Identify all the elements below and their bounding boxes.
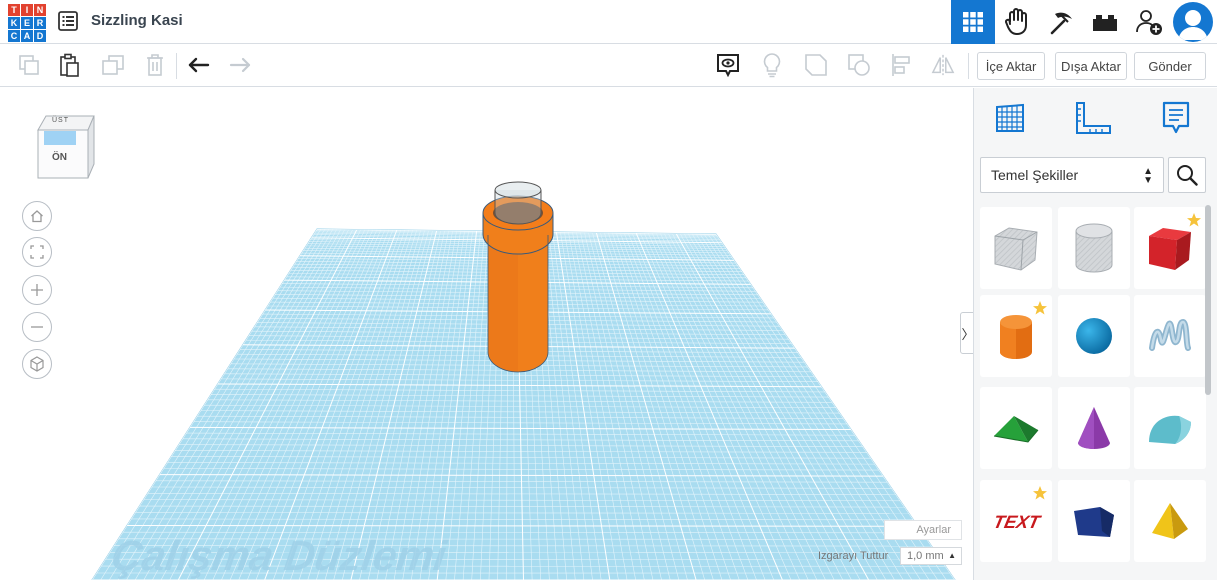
search-icon: [1177, 165, 1198, 186]
panel-scrollbar[interactable]: [1205, 205, 1211, 395]
workplane-tab-icon[interactable]: [990, 98, 1030, 138]
grid-view-icon[interactable]: [951, 0, 995, 44]
design-name[interactable]: Sizzling Kasi: [91, 12, 183, 29]
design-list-icon[interactable]: [58, 11, 78, 31]
undo-icon[interactable]: [187, 53, 211, 77]
redo-icon[interactable]: [228, 53, 252, 77]
cylinder-model[interactable]: [0, 88, 972, 580]
select-caret-icon: ▲ ▼: [1143, 166, 1153, 186]
settings-button[interactable]: Ayarlar: [884, 520, 962, 540]
toolbar-divider: [968, 53, 969, 79]
sphere-shape[interactable]: [1058, 295, 1130, 377]
top-bar: T I N K E R C A D Sizzling Kasi: [0, 0, 1217, 44]
caret-up-icon: ▲: [948, 551, 956, 560]
scribble-shape[interactable]: [1134, 295, 1206, 377]
star-icon: [1033, 486, 1047, 500]
tinkercad-editor: T I N K E R C A D Sizzling Kasi İçe Akta…: [0, 0, 1217, 580]
logo-letter: D: [34, 30, 46, 42]
light-bulb-icon[interactable]: [760, 53, 784, 78]
tinkercad-logo[interactable]: T I N K E R C A D: [8, 4, 46, 42]
delete-icon[interactable]: [143, 53, 167, 77]
snap-grid-select[interactable]: 1,0 mm ▲: [900, 547, 962, 565]
snap-grid-label: Izgarayı Tuttur: [818, 550, 889, 562]
text-shape-label: TEXT: [991, 512, 1043, 532]
logo-letter: N: [34, 4, 46, 16]
shape-category-value: Temel Şekiller: [991, 167, 1079, 183]
toolbar: İçe Aktar Dışa Aktar Gönder: [0, 45, 1217, 87]
pickaxe-icon[interactable]: [1039, 0, 1083, 44]
logo-letter: T: [8, 4, 20, 16]
align-icon[interactable]: [889, 53, 913, 77]
workplane-label: Çalışma Düzlemi: [108, 532, 450, 579]
pyramid-shape[interactable]: [1134, 480, 1206, 562]
cylinder-shape[interactable]: [980, 295, 1052, 377]
mirror-icon[interactable]: [931, 53, 955, 77]
logo-letter: I: [21, 4, 33, 16]
shape-search-button[interactable]: [1168, 157, 1206, 193]
import-button[interactable]: İçe Aktar: [977, 52, 1045, 80]
send-button[interactable]: Gönder: [1134, 52, 1206, 80]
box-hole-shape[interactable]: [980, 207, 1052, 289]
bricks-icon[interactable]: [1083, 0, 1127, 44]
workplane-viewport[interactable]: ÜST ÖN Çalışma Düzlemi: [0, 88, 972, 580]
paste-icon[interactable]: [57, 53, 81, 77]
shape-outline-icon[interactable]: [804, 53, 828, 77]
logo-letter: A: [21, 30, 33, 42]
duplicate-icon[interactable]: [101, 53, 125, 77]
box-shape[interactable]: [1134, 207, 1206, 289]
polygon-shape[interactable]: [1058, 480, 1130, 562]
notes-tab-icon[interactable]: [1156, 98, 1196, 138]
snap-grid-value: 1,0 mm: [907, 550, 944, 562]
text-shape[interactable]: TEXT: [980, 480, 1052, 562]
star-icon: [1033, 301, 1047, 315]
logo-letter: C: [8, 30, 20, 42]
copy-icon[interactable]: [17, 53, 41, 77]
notes-icon[interactable]: [716, 53, 740, 77]
ruler-tab-icon[interactable]: [1074, 98, 1114, 138]
shape-category-select[interactable]: Temel Şekiller ▲ ▼: [980, 157, 1164, 193]
export-button[interactable]: Dışa Aktar: [1055, 52, 1127, 80]
star-icon: [1187, 213, 1201, 227]
logo-letter: E: [21, 17, 33, 29]
logo-letter: R: [34, 17, 46, 29]
cylinder-hole-shape[interactable]: [1058, 207, 1130, 289]
group-icon[interactable]: [847, 53, 871, 77]
logo-letter: K: [8, 17, 20, 29]
toolbar-divider: [176, 53, 177, 79]
tinker-hand-icon[interactable]: [995, 0, 1039, 44]
avatar[interactable]: [1173, 2, 1213, 42]
add-user-icon[interactable]: [1127, 0, 1171, 44]
cone-shape[interactable]: [1058, 387, 1130, 469]
roof-shape[interactable]: [980, 387, 1052, 469]
top-right-nav: [951, 0, 1217, 44]
round-roof-shape[interactable]: [1134, 387, 1206, 469]
